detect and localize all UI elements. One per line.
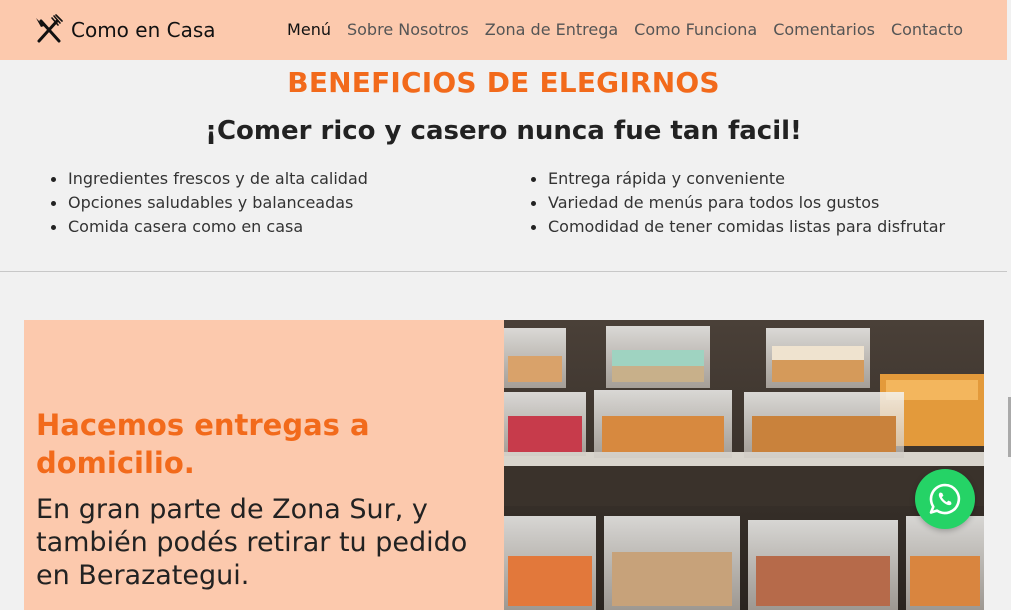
nav-menu: Menú Sobre Nosotros Zona de Entrega Como… xyxy=(287,20,963,39)
benefit-item: Ingredientes frescos y de alta calidad xyxy=(48,168,368,192)
brand-link[interactable]: Como en Casa xyxy=(33,14,216,46)
delivery-title: Hacemos entregas a domicilio. xyxy=(36,408,370,480)
food-containers-photo xyxy=(504,320,984,610)
navbar: Como en Casa Menú Sobre Nosotros Zona de… xyxy=(0,0,1007,60)
nav-link-comentarios[interactable]: Comentarios xyxy=(773,20,875,39)
nav-link-como-funciona[interactable]: Como Funciona xyxy=(634,20,757,39)
benefit-item: Opciones saludables y balanceadas xyxy=(48,192,368,216)
delivery-text: En gran parte de Zona Sur, y también pod… xyxy=(36,494,468,591)
nav-link-contacto[interactable]: Contacto xyxy=(891,20,963,39)
benefits-subtitle: ¡Comer rico y casero nunca fue tan facil… xyxy=(205,116,802,146)
nav-link-zona-de-entrega[interactable]: Zona de Entrega xyxy=(485,20,618,39)
delivery-panel: Hacemos entregas a domicilio. En gran pa… xyxy=(24,320,504,610)
nav-link-menu[interactable]: Menú xyxy=(287,20,331,39)
benefit-item: Comida casera como en casa xyxy=(48,216,368,240)
benefits-list-left: Ingredientes frescos y de alta calidad O… xyxy=(48,168,368,240)
benefit-item: Variedad de menús para todos los gustos xyxy=(528,192,945,216)
section-divider xyxy=(0,271,1007,272)
nav-link-sobre-nosotros[interactable]: Sobre Nosotros xyxy=(347,20,469,39)
brand-name: Como en Casa xyxy=(71,18,216,42)
fork-knife-icon xyxy=(36,14,63,43)
whatsapp-button[interactable] xyxy=(915,469,975,529)
whatsapp-icon xyxy=(929,483,961,515)
benefit-item: Comodidad de tener comidas listas para d… xyxy=(528,216,945,240)
benefit-item: Entrega rápida y conveniente xyxy=(528,168,945,192)
benefits-title: BENEFICIOS DE ELEGIRNOS xyxy=(287,66,720,99)
benefits-list-right: Entrega rápida y conveniente Variedad de… xyxy=(528,168,945,240)
